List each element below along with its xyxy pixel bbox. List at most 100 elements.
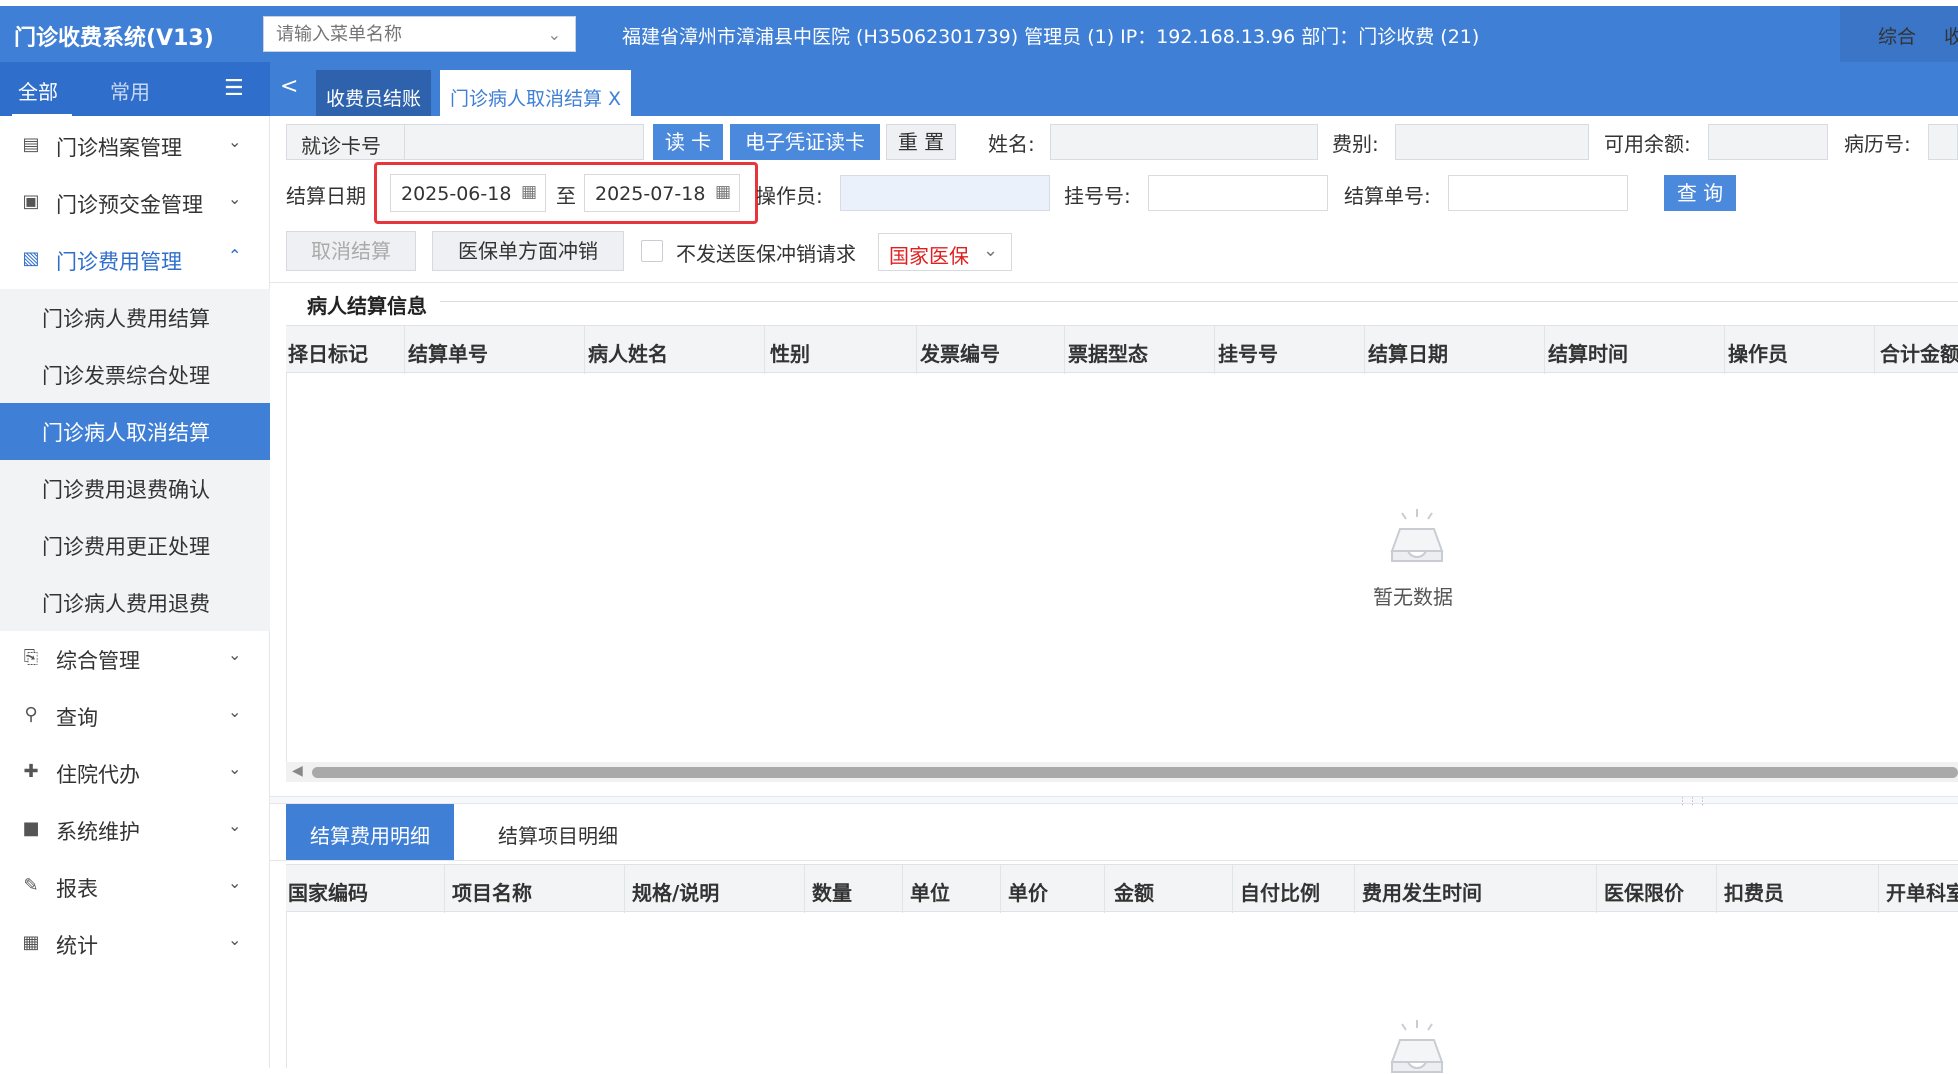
column-header[interactable]: 扣费员 — [1724, 877, 1784, 906]
empty-state-text: 暂无数据 — [1373, 585, 1453, 609]
sidebar-item-label: 综合管理 — [56, 649, 140, 673]
name-field — [1050, 124, 1318, 160]
sidebar-item-inpatient[interactable]: ✚ 住院代办 ⌄ — [0, 745, 270, 802]
reg-no-input[interactable] — [1148, 175, 1328, 211]
operator-input[interactable] — [840, 175, 1050, 211]
column-header[interactable]: 结算时间 — [1548, 338, 1628, 367]
sidebar-subitem[interactable]: 门诊费用更正处理 — [0, 517, 270, 574]
section-divider — [270, 282, 1958, 283]
tab-fee-detail[interactable]: 结算费用明细 — [286, 804, 454, 860]
detail-table-header: 国家编码 项目名称 规格/说明 数量 单位 单价 金额 自付比例 费用发生时间 … — [286, 864, 1958, 913]
settle-table-header: 择日标记 结算单号 病人姓名 性别 发票编号 票据型态 挂号号 结算日期 结算时… — [286, 325, 1958, 374]
reset-button[interactable]: 重 置 — [886, 124, 956, 160]
sidebar-subitem[interactable]: 门诊病人费用结算 — [0, 289, 270, 346]
sidebar-subitem-label: 门诊发票综合处理 — [42, 364, 210, 388]
column-header[interactable]: 结算单号 — [408, 338, 488, 367]
scroll-left-icon[interactable]: ◀ — [292, 763, 303, 779]
sidebar-subitem-label: 门诊病人取消结算 — [42, 421, 210, 445]
column-header[interactable]: 开单科室 — [1886, 877, 1958, 906]
column-header[interactable]: 病人姓名 — [588, 338, 668, 367]
sidebar-item-label: 查询 — [56, 706, 98, 730]
column-header[interactable]: 自付比例 — [1240, 877, 1320, 906]
chevron-down-icon: ⌄ — [228, 645, 242, 664]
column-header[interactable]: 单价 — [1008, 877, 1048, 906]
chevron-down-icon[interactable]: ⌄ — [548, 25, 561, 44]
sidebar-subitem[interactable]: 门诊费用退费确认 — [0, 460, 270, 517]
header-link-comprehensive[interactable]: 综合 — [1878, 22, 1916, 49]
column-divider — [1544, 326, 1545, 374]
sidebar-item-reports[interactable]: ✎ 报表 ⌄ — [0, 859, 270, 916]
column-divider — [1232, 865, 1233, 913]
section-title-line — [440, 301, 1958, 302]
sidebar-item-records[interactable]: ▤ 门诊档案管理 ⌄ — [0, 118, 270, 175]
header-link-charge[interactable]: 收 — [1944, 22, 1958, 49]
column-header[interactable]: 单位 — [910, 877, 950, 906]
insurance-type-select[interactable]: 国家医保 ⌄ — [878, 233, 1012, 271]
column-header[interactable]: 发票编号 — [920, 338, 1000, 367]
sidebar-item-query[interactable]: ⚲ 查询 ⌄ — [0, 688, 270, 745]
column-header[interactable]: 结算日期 — [1368, 338, 1448, 367]
tab-cancel-settlement[interactable]: 门诊病人取消结算 X — [440, 70, 632, 116]
sidebar-subitem[interactable]: 门诊发票综合处理 — [0, 346, 270, 403]
column-header[interactable]: 医保限价 — [1604, 877, 1684, 906]
chevron-down-icon: ⌄ — [228, 702, 242, 721]
insurance-reverse-button[interactable]: 医保单方面冲销 — [432, 231, 624, 271]
scrollbar-thumb[interactable] — [312, 767, 1958, 778]
sidebar-item-label: 住院代办 — [56, 763, 140, 787]
tab-item-detail[interactable]: 结算项目明细 — [474, 804, 642, 860]
sidebar-item-prepay[interactable]: ▣ 门诊预交金管理 ⌄ — [0, 175, 270, 232]
sidebar-subitem-active[interactable]: 门诊病人取消结算 — [0, 403, 270, 460]
sidebar-subitem-label: 门诊病人费用结算 — [42, 307, 210, 331]
column-header[interactable]: 操作员 — [1728, 338, 1788, 367]
reg-no-label: 挂号号: — [1064, 184, 1131, 208]
settle-no-input[interactable] — [1448, 175, 1628, 211]
sidebar-tab-all[interactable]: 全部 — [18, 76, 58, 105]
menu-search-input[interactable] — [264, 17, 524, 51]
panel-splitter[interactable]: ⋮⋮⋮ — [270, 796, 1958, 807]
column-header[interactable]: 挂号号 — [1218, 338, 1278, 367]
printer-icon: ⎘ — [23, 647, 39, 668]
drag-handle-icon[interactable]: ⋮⋮⋮ — [1678, 797, 1708, 807]
settle-table-body: 暂无数据 — [286, 373, 1958, 762]
close-icon[interactable]: X — [608, 88, 621, 110]
sidebar-item-label: 门诊档案管理 — [56, 136, 182, 160]
read-card-button[interactable]: 读 卡 — [653, 124, 723, 160]
menu-collapse-icon[interactable]: ☰ — [224, 76, 244, 101]
menu-search-box[interactable]: ⌄ — [263, 16, 576, 52]
sidebar-item-general[interactable]: ⎘ 综合管理 ⌄ — [0, 631, 270, 688]
column-header[interactable]: 性别 — [770, 338, 810, 367]
column-divider — [916, 326, 917, 374]
no-send-checkbox[interactable] — [641, 240, 663, 262]
card-no-input[interactable] — [404, 124, 644, 160]
sidebar-item-stats[interactable]: ▦ 统计 ⌄ — [0, 916, 270, 973]
chevron-down-icon: ⌄ — [983, 240, 999, 261]
column-header[interactable]: 费用发生时间 — [1362, 877, 1482, 906]
column-divider — [1364, 326, 1365, 374]
e-voucher-read-button[interactable]: 电子凭证读卡 — [730, 124, 880, 160]
column-header[interactable]: 数量 — [812, 877, 852, 906]
column-header[interactable]: 票据型态 — [1068, 338, 1148, 367]
sidebar-tab-common[interactable]: 常用 — [110, 76, 150, 105]
column-header[interactable]: 项目名称 — [452, 877, 532, 906]
sidebar-item-fees[interactable]: ▧ 门诊费用管理 ⌃ — [0, 232, 270, 289]
column-header[interactable]: 金额 — [1114, 877, 1154, 906]
hospital-info: 福建省漳州市漳浦县中医院 (H35062301739) 管理员 (1) IP：1… — [622, 26, 1480, 48]
column-header[interactable]: 规格/说明 — [632, 877, 719, 906]
horizontal-scrollbar[interactable]: ◀ — [286, 762, 1958, 782]
settle-date-label: 结算日期 — [286, 184, 366, 208]
chart-icon: ▦ — [22, 932, 40, 953]
column-divider — [1064, 326, 1065, 374]
column-divider — [624, 865, 625, 913]
query-button[interactable]: 查 询 — [1664, 175, 1736, 211]
tab-cashier-checkout[interactable]: 收费员结账 — [316, 70, 432, 116]
column-divider — [1104, 865, 1105, 913]
tab-label: 门诊病人取消结算 — [450, 88, 603, 110]
sidebar-item-system[interactable]: ■ 系统维护 ⌄ — [0, 802, 270, 859]
tab-back-icon[interactable]: < — [280, 74, 298, 99]
column-header[interactable]: 合计金额 — [1880, 338, 1958, 367]
column-header[interactable]: 国家编码 — [288, 877, 368, 906]
column-header[interactable]: 择日标记 — [288, 338, 368, 367]
sidebar-subitem-label: 门诊费用退费确认 — [42, 478, 210, 502]
sidebar-subitem[interactable]: 门诊病人费用退费 — [0, 574, 270, 631]
cancel-settlement-button[interactable]: 取消结算 — [286, 231, 416, 271]
